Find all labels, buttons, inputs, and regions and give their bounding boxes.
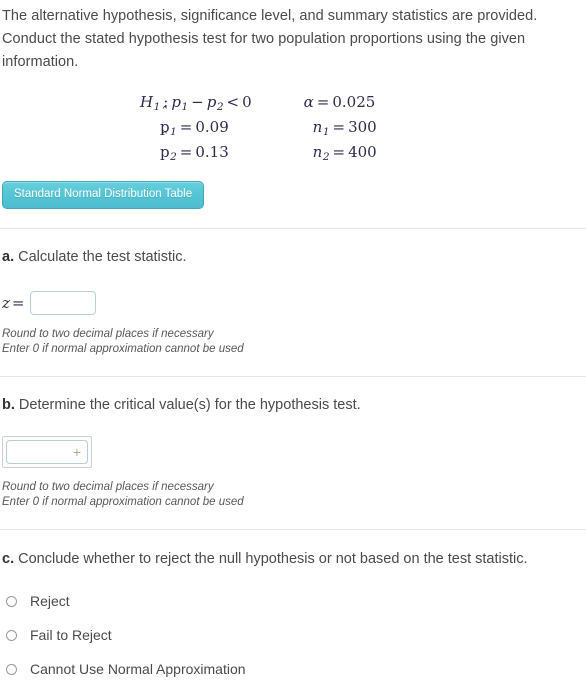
- n1-symbol: n: [312, 118, 323, 136]
- phat1-equals: =: [179, 118, 193, 136]
- part-b-hint-1: Round to two decimal places if necessary: [2, 481, 214, 493]
- part-c-label: c.: [2, 551, 15, 567]
- part-b-section: b. Determine the critical value(s) for t…: [0, 377, 586, 510]
- part-b-question: b. Determine the critical value(s) for t…: [0, 394, 586, 416]
- n1-subscript: 1: [322, 125, 330, 138]
- n2-equals: =: [332, 143, 346, 161]
- part-c-section: c. Conclude whether to reject the null h…: [0, 530, 586, 686]
- part-c-question-text: Conclude whether to reject the null hypo…: [18, 551, 528, 567]
- given-information: H1: p1− p2 <0 ˆ p1 = 0.09 ˆ p2 = 0.13 α = 0.025 n1 =…: [0, 90, 586, 165]
- part-c-question: c. Conclude whether to reject the null h…: [0, 548, 586, 570]
- part-a-hints: Round to two decimal places if necessary…: [0, 327, 586, 357]
- test-statistic-prefix: z =: [2, 294, 24, 312]
- hypothesis-p1: p: [171, 93, 181, 111]
- sample-size-2: n2 = 400: [304, 140, 377, 165]
- alternative-hypothesis: H1: p1− p2 <0: [140, 90, 252, 115]
- hypothesis-value: 0: [242, 93, 252, 111]
- problem-statement-line-1: The alternative hypothesis, significance…: [2, 8, 538, 24]
- problem-statement-line-2: Conduct the stated hypothesis test for t…: [2, 31, 526, 47]
- alpha-equals: =: [316, 93, 330, 111]
- sample-size-1: n1 = 300: [304, 115, 377, 140]
- problem-statement-line-3: information.: [2, 54, 79, 70]
- standard-normal-distribution-table-button[interactable]: Standard Normal Distribution Table: [2, 181, 205, 209]
- part-a-question-text: Calculate the test statistic.: [18, 249, 187, 265]
- sample-proportion-1: ˆ p1 = 0.09: [140, 106, 252, 140]
- conclusion-option-label: Reject: [30, 593, 70, 609]
- part-b-question-text: Determine the critical value(s) for the …: [18, 397, 361, 413]
- hypothesis-p2-subscript: 2: [216, 100, 224, 113]
- significance-level: α = 0.025: [304, 90, 377, 115]
- conclusion-option-reject[interactable]: Reject: [0, 584, 586, 618]
- hypothesis-relation-operator: <: [226, 93, 240, 111]
- given-right-column: α = 0.025 n1 = 300 n2 = 400: [304, 90, 377, 165]
- part-a-label: a.: [2, 249, 15, 265]
- n2-symbol: n: [312, 143, 323, 161]
- n1-value: 300: [348, 118, 377, 136]
- conclusion-option-label: Fail to Reject: [30, 627, 112, 643]
- part-a-hint-2: Enter 0 if normal approximation cannot b…: [2, 343, 244, 355]
- part-b-hints: Round to two decimal places if necessary…: [0, 480, 586, 510]
- hypothesis-minus-operator: −: [191, 93, 204, 111]
- radio-button-icon[interactable]: [6, 663, 17, 675]
- critical-value-input-wrapper: +: [6, 440, 88, 464]
- conclusion-options-group: Reject Fail to Reject Cannot Use Normal …: [0, 584, 586, 686]
- phat1-value: 0.09: [195, 118, 229, 136]
- problem-statement: The alternative hypothesis, significance…: [0, 0, 586, 74]
- phat1-subscript: 1: [170, 125, 177, 138]
- given-left-column: H1: p1− p2 <0 ˆ p1 = 0.09 ˆ p2 = 0.13: [140, 90, 252, 165]
- part-a-hint-1: Round to two decimal places if necessary: [2, 328, 214, 340]
- phat2-subscript: 2: [170, 150, 177, 163]
- phat2-symbol-group: ˆp: [160, 131, 170, 165]
- alpha-value: 0.025: [332, 93, 376, 111]
- test-statistic-equals: =: [11, 294, 25, 312]
- part-a-section: a. Calculate the test statistic. z = Roun…: [0, 229, 586, 357]
- test-statistic-symbol: z: [2, 294, 10, 312]
- conclusion-option-fail-to-reject[interactable]: Fail to Reject: [0, 618, 586, 652]
- part-b-answer-row: +: [0, 436, 586, 468]
- part-a-answer-row: z =: [0, 291, 586, 315]
- n2-subscript: 2: [322, 150, 330, 163]
- test-statistic-input[interactable]: [30, 291, 97, 315]
- part-a-question: a. Calculate the test statistic.: [0, 246, 586, 268]
- n1-equals: =: [332, 118, 346, 136]
- radio-button-icon[interactable]: [6, 629, 17, 641]
- add-critical-value-plus-icon[interactable]: +: [73, 445, 81, 459]
- conclusion-option-cannot-use-normal-approximation[interactable]: Cannot Use Normal Approximation: [0, 652, 586, 686]
- exercise-page: The alternative hypothesis, significance…: [0, 0, 586, 686]
- conclusion-option-label: Cannot Use Normal Approximation: [30, 661, 246, 677]
- table-button-row: Standard Normal Distribution Table: [0, 181, 586, 209]
- hypothesis-p2: p: [206, 93, 217, 111]
- hypothesis-symbol: H: [140, 93, 154, 111]
- phat1-hat-accent: ˆ: [161, 105, 169, 122]
- sample-proportion-2: ˆ p2 = 0.13: [140, 131, 252, 165]
- radio-button-icon[interactable]: [6, 595, 17, 607]
- part-b-hint-2: Enter 0 if normal approximation cannot b…: [2, 496, 244, 508]
- phat2-hat-accent: ˆ: [161, 130, 169, 147]
- alpha-symbol: α: [303, 93, 314, 111]
- part-b-label: b.: [2, 397, 15, 413]
- phat2-value: 0.13: [195, 143, 229, 161]
- n2-value: 400: [348, 143, 377, 161]
- critical-value-field-wrapper: +: [2, 436, 92, 468]
- phat2-equals: =: [179, 143, 193, 161]
